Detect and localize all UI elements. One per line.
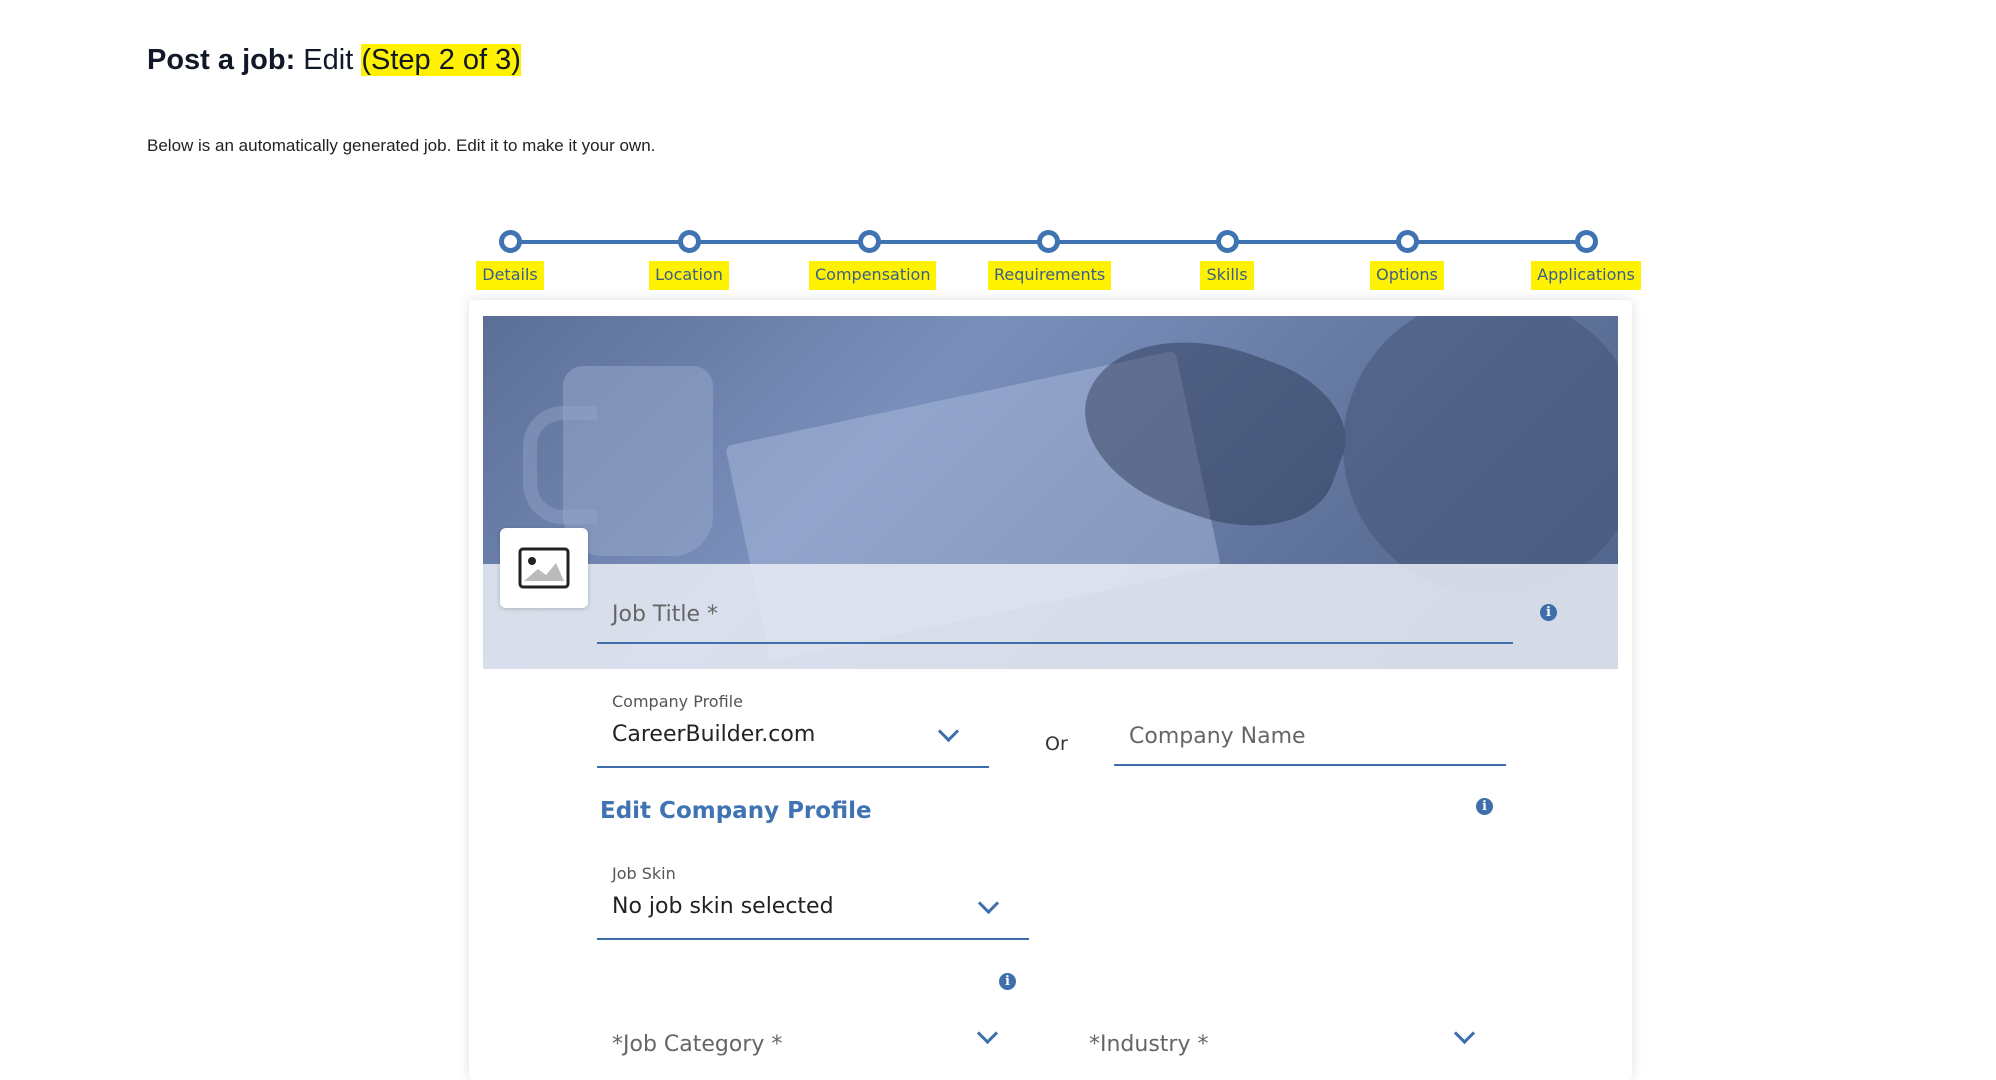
step-dot [1574,230,1598,253]
step-location[interactable]: Location [629,226,749,290]
step-label: Applications [1531,261,1641,290]
page-title-step: (Step 2 of 3) [361,44,521,76]
industry-placeholder: *Industry * [1089,1032,1209,1057]
page-title-strong: Post a job: [147,44,296,76]
step-applications[interactable]: Applications [1526,226,1646,290]
edit-company-profile-link[interactable]: Edit Company Profile [600,798,872,824]
step-dot [1395,230,1419,253]
company-profile-label: Company Profile [612,692,743,711]
company-name-input[interactable]: Company Name [1114,710,1506,766]
chevron-down-icon [977,892,1000,915]
job-title-placeholder: Job Title * [612,602,719,627]
job-skin-value: No job skin selected [612,894,834,919]
image-icon [518,547,570,589]
company-name-placeholder: Company Name [1129,724,1306,749]
step-details[interactable]: Details [450,226,570,290]
company-logo-upload[interactable] [500,528,588,608]
banner-decor [563,366,713,556]
step-dot [677,230,701,253]
step-dot [857,230,881,253]
step-label: Location [649,261,729,290]
intro-text: Below is an automatically generated job.… [147,136,656,155]
chevron-down-icon [976,1022,999,1045]
progress-stepper: Details Location Compensation Requiremen… [470,226,1641,296]
job-skin-label: Job Skin [612,864,676,883]
step-dot [1036,230,1060,253]
job-skin-select[interactable]: Job Skin No job skin selected [597,862,1029,940]
step-dot [498,230,522,253]
info-icon[interactable]: i [1540,604,1557,621]
job-title-input[interactable]: Job Title * [597,560,1513,644]
info-icon[interactable]: i [999,973,1016,990]
step-label: Skills [1200,261,1254,290]
company-profile-select[interactable]: Company Profile CareerBuilder.com [597,690,989,768]
banner-decor [1343,316,1618,596]
job-category-placeholder: *Job Category * [612,1032,783,1057]
step-label: Compensation [809,261,937,290]
step-label: Details [476,261,544,290]
page-title: Post a job: Edit (Step 2 of 3) [147,44,521,77]
info-icon[interactable]: i [1476,798,1493,815]
company-profile-value: CareerBuilder.com [612,722,816,747]
step-options[interactable]: Options [1347,226,1467,290]
step-skills[interactable]: Skills [1167,226,1287,290]
chevron-down-icon [937,720,960,743]
step-label: Requirements [988,261,1112,290]
job-category-select[interactable]: *Job Category * [597,1020,999,1080]
step-compensation[interactable]: Compensation [809,226,937,290]
step-dot [1215,230,1239,253]
industry-select[interactable]: *Industry * [1074,1020,1476,1080]
or-separator: Or [1045,733,1068,755]
step-requirements[interactable]: Requirements [988,226,1112,290]
step-label: Options [1370,261,1444,290]
page-title-mode: Edit [303,44,354,76]
chevron-down-icon [1453,1022,1476,1045]
